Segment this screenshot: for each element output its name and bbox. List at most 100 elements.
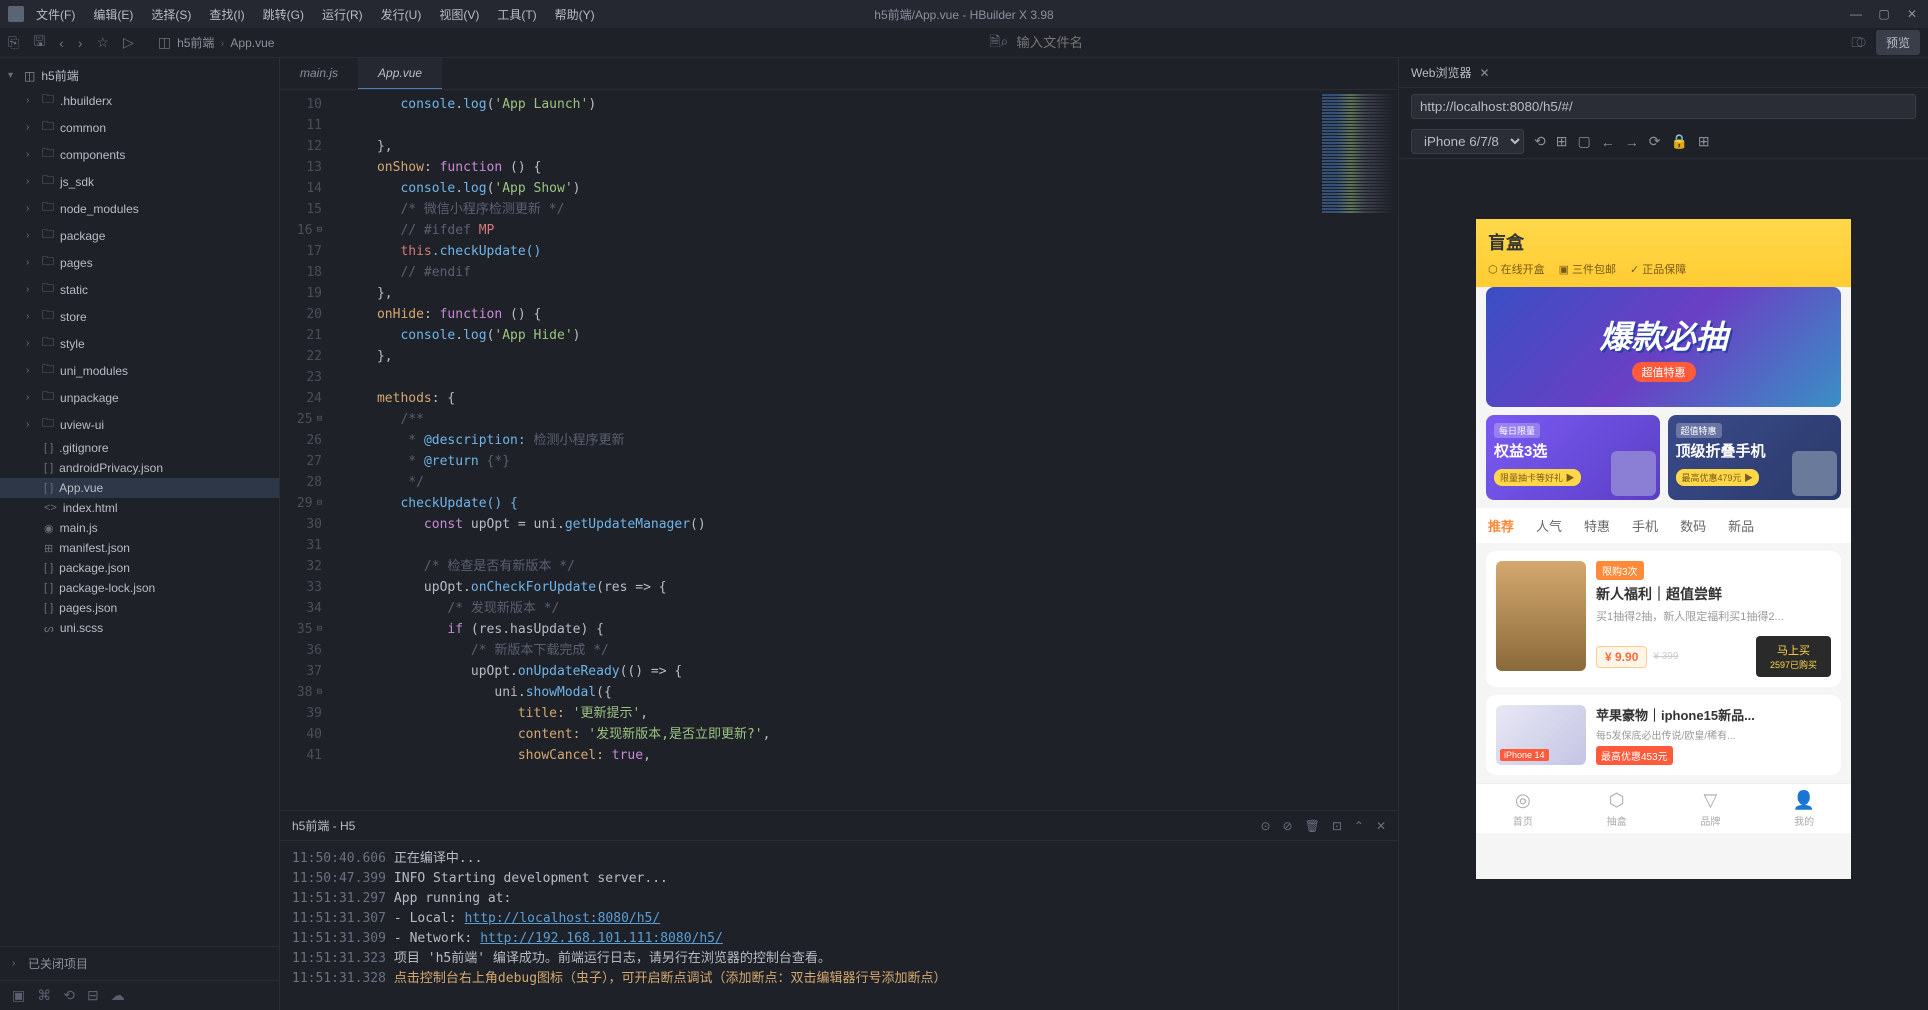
maximize-button[interactable]: ▢ — [1876, 6, 1892, 22]
cloud-icon[interactable]: ☁ — [111, 987, 125, 1004]
tree-root[interactable]: ▾ ◫ h5前端 — [0, 64, 279, 87]
close-button[interactable]: ✕ — [1904, 6, 1920, 22]
console-link[interactable]: http://192.168.101.111:8080/h5/ — [480, 929, 723, 949]
breadcrumb-file[interactable]: App.vue — [230, 36, 274, 50]
category-tab[interactable]: 数码 — [1680, 516, 1706, 535]
hero-banner[interactable]: 爆款必抽 超值特惠 — [1486, 287, 1841, 407]
tree-folder[interactable]: ›🗀static — [0, 276, 279, 303]
buy-button[interactable]: 马上买 2597已购买 — [1756, 636, 1831, 677]
category-tab[interactable]: 人气 — [1536, 516, 1562, 535]
console-link[interactable]: http://localhost:8080/h5/ — [465, 909, 661, 929]
tree-folder[interactable]: ›🗀uview-ui — [0, 411, 279, 438]
tree-file[interactable]: ◉main.js — [0, 518, 279, 538]
menu-find[interactable]: 查找(I) — [201, 2, 252, 27]
category-tab[interactable]: 新品 — [1728, 516, 1754, 535]
product-card[interactable]: 限购3次 新人福利｜超值尝鲜 买1抽得2抽，新人限定福利买1抽得2... ¥ 9… — [1486, 551, 1841, 687]
promo-card[interactable]: 每日限量 权益3选 限量抽卡等好礼 ▶ — [1486, 415, 1660, 500]
category-tab[interactable]: 推荐 — [1488, 516, 1514, 535]
tree-file[interactable]: <>index.html — [0, 498, 279, 518]
menu-view[interactable]: 视图(V) — [431, 2, 487, 27]
tree-folder[interactable]: ›🗀uni_modules — [0, 357, 279, 384]
tree-folder[interactable]: ›🗀common — [0, 114, 279, 141]
star-icon[interactable]: ☆ — [96, 34, 109, 51]
nav-forward-icon[interactable]: → — [1625, 134, 1639, 150]
console-output[interactable]: 11:50:40.606正在编译中... 11:50:47.399 INFO S… — [280, 841, 1398, 1010]
tree-folder[interactable]: ›🗀js_sdk — [0, 168, 279, 195]
tree-file[interactable]: [ ]package-lock.json — [0, 578, 279, 598]
breadcrumb-project[interactable]: h5前端 — [177, 34, 214, 51]
collapse-up-icon[interactable]: ⌃ — [1354, 819, 1364, 833]
minimap[interactable] — [1318, 90, 1398, 810]
expand-icon[interactable]: ⊡ — [1332, 819, 1342, 833]
rotate-icon[interactable]: ⟲ — [1534, 133, 1546, 150]
responsive-icon[interactable]: ⊞ — [1556, 133, 1568, 150]
tree-file-active[interactable]: [ ]App.vue — [0, 478, 279, 498]
tab-mainjs[interactable]: main.js — [280, 58, 358, 89]
nav-back-icon[interactable]: ← — [1601, 134, 1615, 150]
promo-card[interactable]: 超值特惠 顶级折叠手机 最高优惠479元 ▶ — [1668, 415, 1842, 500]
tree-folder[interactable]: ›🗀style — [0, 330, 279, 357]
menu-goto[interactable]: 跳转(G) — [255, 2, 312, 27]
menu-tools[interactable]: 工具(T) — [489, 2, 544, 27]
qr-icon[interactable]: ⊞ — [1698, 133, 1710, 150]
code-content[interactable]: console.log('App Launch') }, onShow: fun… — [330, 90, 1318, 810]
menu-run[interactable]: 运行(R) — [314, 2, 371, 27]
device-select[interactable]: iPhone 6/7/8 — [1411, 129, 1524, 154]
minimize-button[interactable]: — — [1848, 6, 1864, 22]
save-icon[interactable]: 🖫 — [33, 31, 45, 55]
promo-button[interactable]: 限量抽卡等好礼 ▶ — [1494, 469, 1581, 486]
tab-appvue[interactable]: App.vue — [358, 58, 442, 89]
code-editor[interactable]: 10 11 12 13 14 15 16⊟ 17 18 19 20 21 22 … — [280, 90, 1398, 810]
nav-brand[interactable]: ▽品牌 — [1664, 784, 1758, 833]
promo-button[interactable]: 最高优惠479元 ▶ — [1676, 469, 1760, 486]
close-console-icon[interactable]: ✕ — [1376, 819, 1386, 833]
menu-publish[interactable]: 发行(U) — [373, 2, 430, 27]
product-card[interactable]: iPhone 14 苹果豪物｜iphone15新品... 每5发保底必出传说/欧… — [1486, 695, 1841, 775]
terminal-icon[interactable]: ▣ — [12, 987, 25, 1004]
tree-folder[interactable]: ›🗀package — [0, 222, 279, 249]
back-icon[interactable]: ‹ — [59, 35, 64, 51]
close-preview-icon[interactable]: ✕ — [1479, 66, 1489, 80]
nav-me[interactable]: 👤我的 — [1757, 784, 1851, 833]
filename-input[interactable] — [1016, 35, 1136, 50]
tree-file[interactable]: [ ]pages.json — [0, 598, 279, 618]
nav-home[interactable]: ◎首页 — [1476, 784, 1570, 833]
tree-file[interactable]: ᔕuni.scss — [0, 618, 279, 638]
forward-icon[interactable]: › — [78, 35, 83, 51]
link-icon[interactable]: ⌘ — [37, 987, 51, 1004]
category-tab[interactable]: 特惠 — [1584, 516, 1610, 535]
stop-icon[interactable]: ⊘ — [1283, 819, 1293, 833]
promo-tag: 每日限量 — [1494, 423, 1540, 438]
tree-file[interactable]: [ ]androidPrivacy.json — [0, 458, 279, 478]
url-input[interactable] — [1411, 94, 1916, 119]
menu-file[interactable]: 文件(F) — [28, 2, 83, 27]
tree-folder[interactable]: ›🗀pages — [0, 249, 279, 276]
clear-icon[interactable]: 🗑 — [1305, 819, 1320, 833]
tree-file[interactable]: [ ].gitignore — [0, 438, 279, 458]
menu-edit[interactable]: 编辑(E) — [85, 2, 141, 27]
new-file-icon[interactable]: ⎘ — [8, 34, 19, 51]
tree-file[interactable]: [ ]package.json — [0, 558, 279, 578]
sync-icon[interactable]: ⟲ — [63, 987, 75, 1004]
lock-icon[interactable]: 🔒 — [1670, 133, 1687, 150]
menu-select[interactable]: 选择(S) — [143, 2, 199, 27]
nav-draw[interactable]: ⬡抽盒 — [1570, 784, 1664, 833]
category-tab[interactable]: 手机 — [1632, 516, 1658, 535]
debug-icon[interactable]: ⊙ — [1260, 819, 1270, 833]
phone-frame[interactable]: 盲盒 ⬡ 在线开盒 ▣ 三件包邮 ✓ 正品保障 爆款必抽 超值特惠 每日限量 权… — [1476, 219, 1851, 879]
reload-icon[interactable]: ⟳ — [1649, 133, 1661, 150]
tree-file[interactable]: ⊞manifest.json — [0, 538, 279, 558]
tree-folder[interactable]: ›🗀components — [0, 141, 279, 168]
filter-icon[interactable]: ⎄ — [1851, 34, 1866, 51]
tree-folder[interactable]: ›🗀.hbuilderx — [0, 87, 279, 114]
menu-help[interactable]: 帮助(Y) — [547, 2, 603, 27]
run-icon[interactable]: ▷ — [123, 34, 134, 51]
tree-folder[interactable]: ›🗀node_modules — [0, 195, 279, 222]
closed-projects[interactable]: › 已关闭项目 — [0, 946, 279, 980]
search-file-icon[interactable]: 🗎⌕ — [989, 31, 1008, 55]
tree-folder[interactable]: ›🗀store — [0, 303, 279, 330]
preview-button[interactable]: 预览 — [1876, 30, 1920, 55]
collapse-icon[interactable]: ⊟ — [87, 987, 99, 1004]
tree-folder[interactable]: ›🗀unpackage — [0, 384, 279, 411]
box-icon[interactable]: ▢ — [1577, 133, 1590, 150]
